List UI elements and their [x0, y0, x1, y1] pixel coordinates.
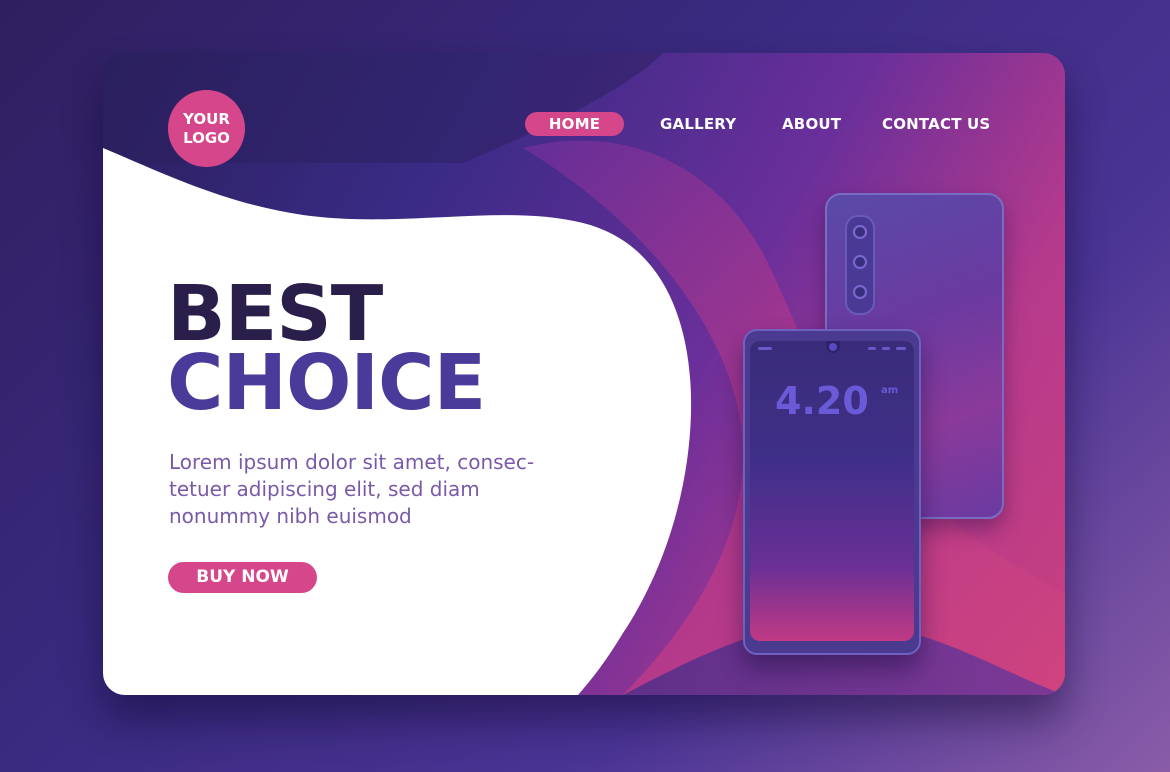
buy-now-button[interactable]: BUY NOW [168, 562, 317, 593]
lockscreen-ampm: am [881, 385, 899, 396]
landing-page: YOUR LOGO HOME GALLERY ABOUT CONTACT US … [103, 53, 1065, 695]
phone-front-view: 4.20 am [743, 329, 921, 655]
lockscreen-clock: 4.20 [775, 379, 869, 423]
main-nav: HOME GALLERY ABOUT CONTACT US [103, 112, 1065, 136]
hero-description: Lorem ipsum dolor sit amet, consec- tetu… [169, 449, 609, 530]
description-line-3: nonummy nibh euismod [169, 504, 412, 528]
phone-screen: 4.20 am [750, 341, 914, 641]
description-line-2: tetuer adipiscing elit, sed diam [169, 477, 480, 501]
nav-about[interactable]: ABOUT [782, 112, 841, 136]
nav-home[interactable]: HOME [525, 112, 624, 136]
front-camera-icon [829, 343, 837, 351]
notch [826, 341, 840, 353]
description-line-1: Lorem ipsum dolor sit amet, consec- [169, 450, 535, 474]
camera-lens-icon [853, 255, 867, 269]
nav-contact-us[interactable]: CONTACT US [882, 112, 990, 136]
camera-lens-icon [853, 225, 867, 239]
status-bar-left [758, 347, 772, 350]
camera-module [845, 215, 875, 315]
camera-lens-icon [853, 285, 867, 299]
status-bar-right-1 [868, 347, 876, 350]
nav-gallery[interactable]: GALLERY [660, 112, 736, 136]
status-bar-right-3 [896, 347, 906, 350]
headline-choice: CHOICE [167, 339, 486, 428]
status-bar-right-2 [882, 347, 890, 350]
